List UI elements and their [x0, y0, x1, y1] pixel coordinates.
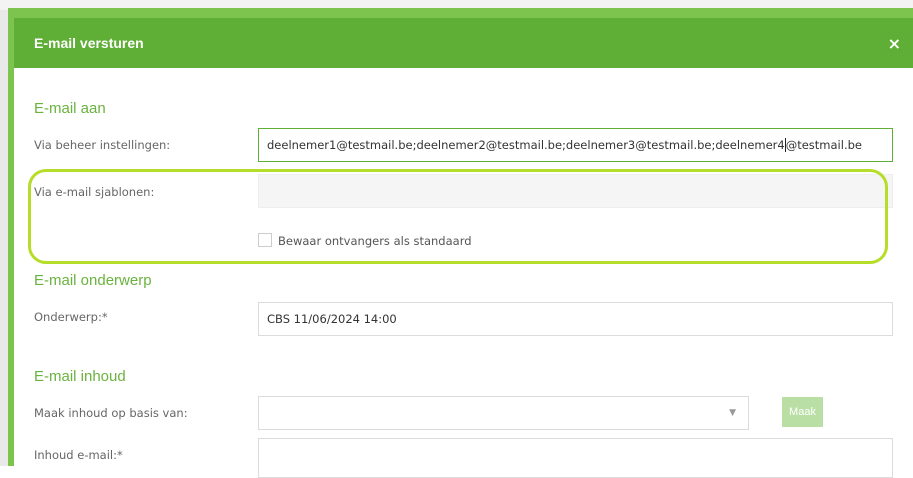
close-icon[interactable]: × — [888, 34, 901, 53]
via-templates-input[interactable] — [258, 174, 893, 208]
via-settings-input[interactable]: deelnemer1@testmail.be;deelnemer2@testma… — [258, 128, 893, 162]
via-settings-value-tail: @testmail.be — [785, 138, 862, 152]
chevron-down-icon: ▼ — [729, 408, 736, 418]
via-templates-label: Via e-mail sjablonen: — [34, 185, 155, 199]
make-button[interactable]: Maak — [782, 397, 823, 427]
subject-input[interactable]: CBS 11/06/2024 14:00 — [258, 302, 893, 336]
content-label: Inhoud e-mail:* — [34, 448, 123, 462]
section-title-recipients: E-mail aan — [34, 100, 106, 117]
content-editor[interactable] — [258, 438, 893, 478]
content-base-label: Maak inhoud op basis van: — [34, 406, 188, 420]
section-title-subject: E-mail onderwerp — [34, 272, 152, 289]
subject-label: Onderwerp:* — [34, 310, 108, 324]
content-base-select[interactable]: ▼ — [258, 396, 749, 430]
section-title-content: E-mail inhoud — [34, 368, 126, 385]
dialog-title: E-mail versturen — [34, 35, 144, 51]
dialog-body: E-mail aan Via beheer instellingen: deel… — [14, 68, 913, 478]
via-settings-value: deelnemer1@testmail.be;deelnemer2@testma… — [267, 138, 785, 152]
save-default-checkbox[interactable] — [258, 233, 272, 247]
save-default-label: Bewaar ontvangers als standaard — [278, 234, 472, 248]
via-settings-label: Via beheer instellingen: — [34, 138, 171, 152]
dialog-header: E-mail versturen × — [14, 18, 913, 68]
